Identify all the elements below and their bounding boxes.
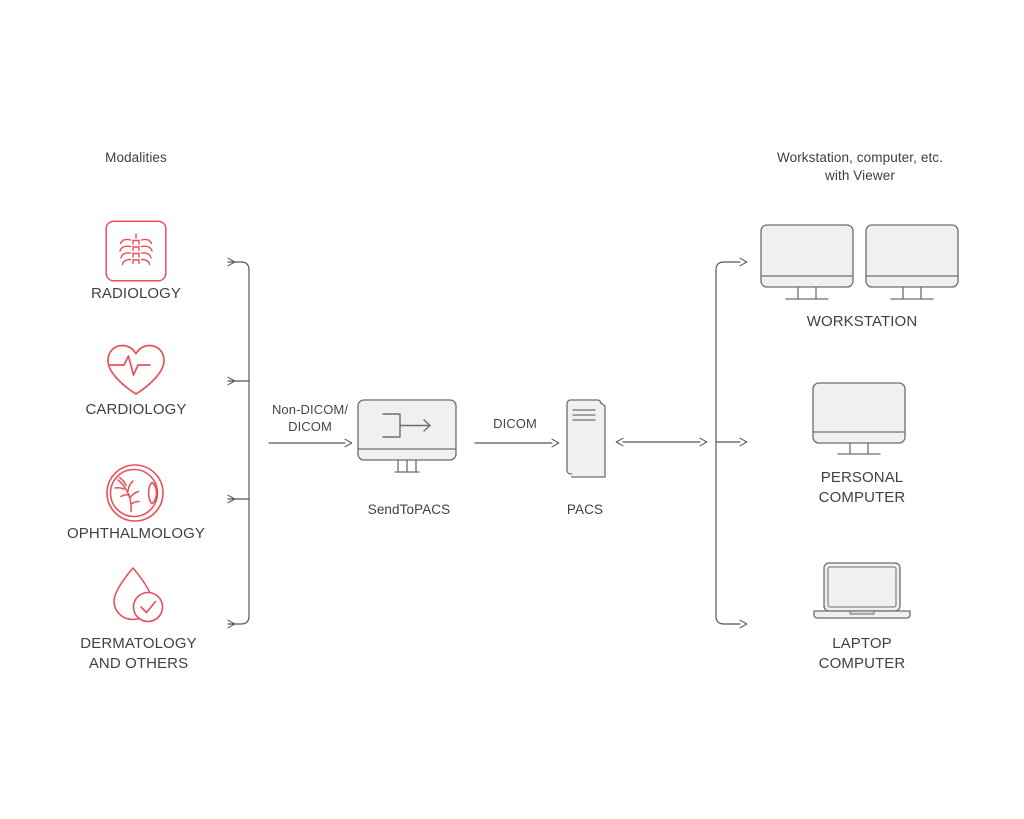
edge-label-dicom: DICOM — [493, 416, 537, 431]
eye-anatomy-icon — [106, 464, 164, 522]
workstation-node[interactable] — [760, 224, 962, 311]
ophthalmology-node[interactable] — [100, 458, 170, 533]
modality-bus — [227, 257, 250, 629]
modalities-heading: Modalities — [105, 150, 167, 165]
ribcage-xray-icon — [105, 220, 167, 282]
laptop-icon — [813, 562, 911, 619]
viewer-bus — [715, 257, 748, 629]
dermatology-node[interactable] — [104, 562, 170, 633]
heart-pulse-icon — [107, 344, 165, 395]
edge-label-non-dicom: Non-DICOM/ DICOM — [271, 402, 349, 435]
pacs-node[interactable] — [566, 399, 608, 484]
desktop-monitor-icon — [812, 382, 906, 455]
cardiology-node[interactable] — [102, 338, 170, 405]
pacs-label: PACS — [566, 502, 604, 517]
sendtopacs-label: SendToPACS — [367, 502, 451, 517]
branch-to-laptop-computer — [715, 615, 748, 629]
personal-computer-node[interactable] — [812, 382, 910, 465]
laptop-computer-node[interactable] — [812, 562, 912, 629]
ophthalmology-label: OPHTHALMOLOGY — [67, 525, 205, 542]
droplet-check-icon — [113, 567, 164, 623]
cardiology-label: CARDIOLOGY — [85, 401, 187, 418]
radiology-label: RADIOLOGY — [90, 285, 182, 302]
server-tower-icon — [566, 399, 606, 478]
sendtopacs-node[interactable] — [357, 399, 461, 484]
dual-monitor-icon — [760, 224, 959, 300]
dicom-workflow-diagram: Modalities Workstation, computer, etc. w… — [0, 0, 1024, 819]
merge-arrow-monitor-icon — [357, 399, 457, 473]
branch-to-radiology — [227, 257, 250, 271]
personal-computer-label: PERSONAL COMPUTER — [818, 469, 906, 506]
branch-to-workstation — [715, 257, 748, 271]
dermatology-label: DERMATOLOGY AND OTHERS — [80, 635, 197, 672]
workstation-label: WORKSTATION — [806, 313, 918, 330]
laptop-computer-label: LAPTOP COMPUTER — [818, 635, 906, 672]
branch-to-dermatology — [227, 615, 250, 629]
radiology-node[interactable] — [105, 220, 167, 287]
viewers-heading: Workstation, computer, etc. with Viewer — [776, 150, 944, 183]
